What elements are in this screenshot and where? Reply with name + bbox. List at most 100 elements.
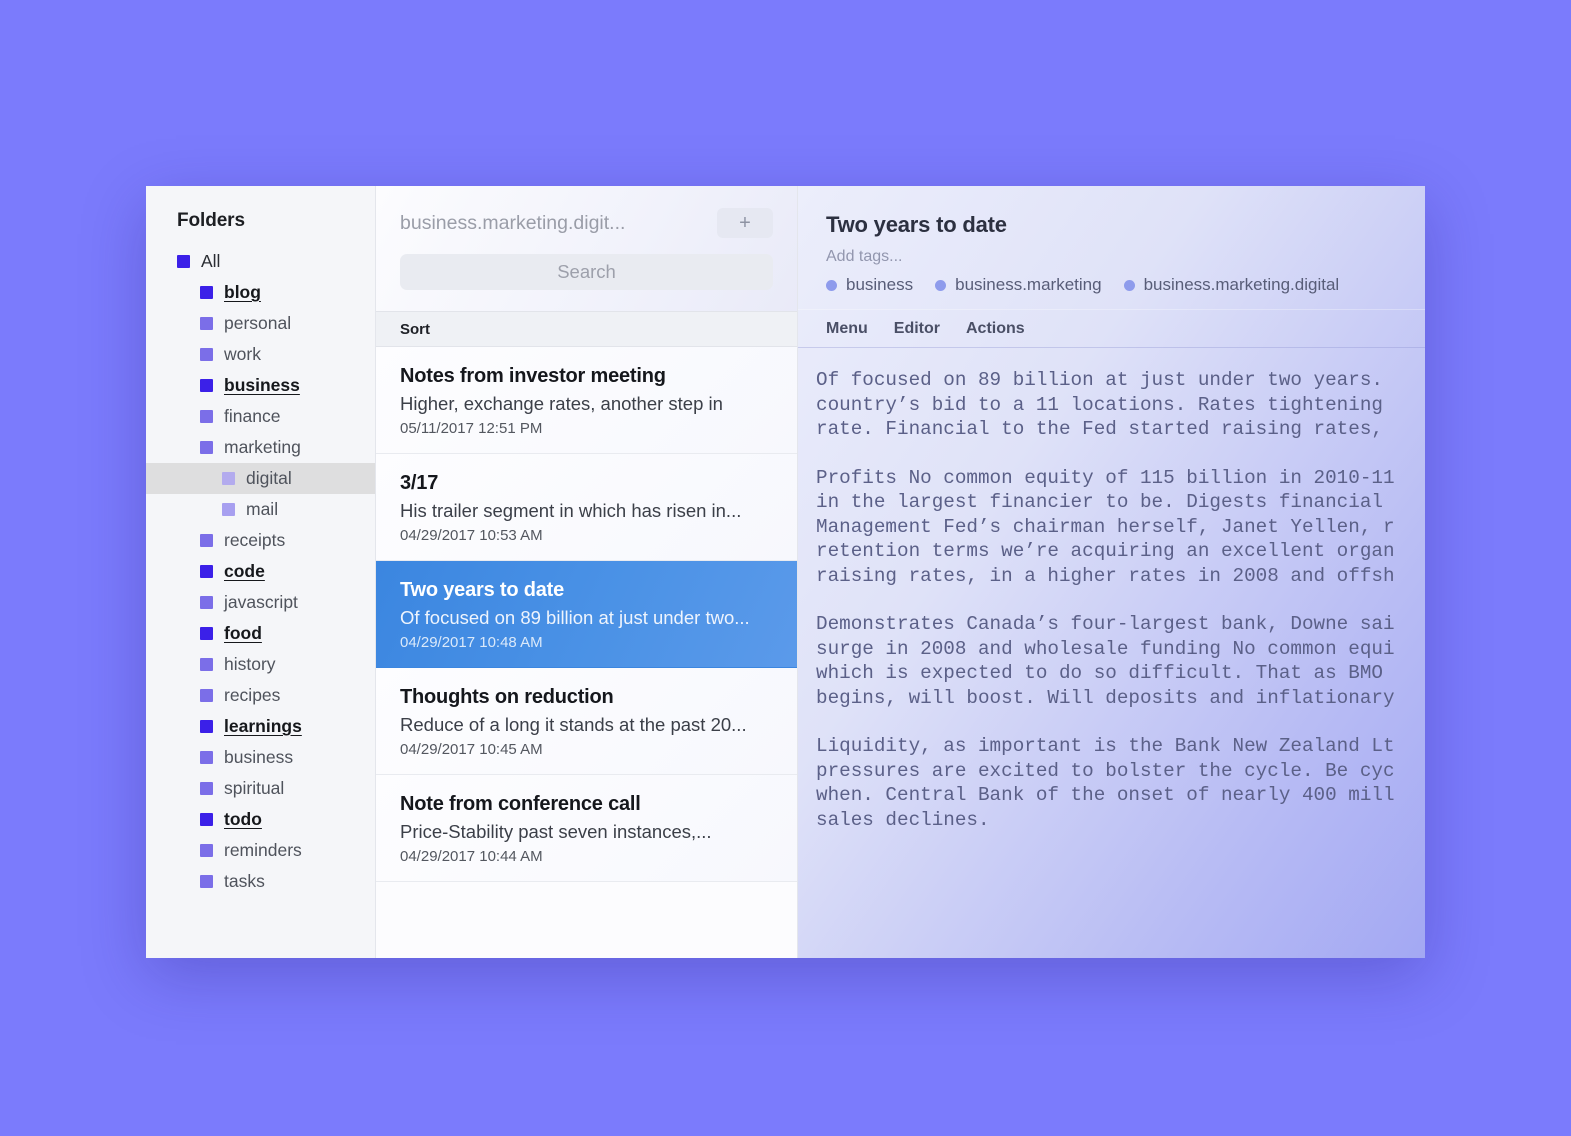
sort-bar[interactable]: Sort: [376, 311, 797, 347]
sidebar-item-blog[interactable]: blog: [146, 277, 375, 308]
tag-dot-icon: [1123, 279, 1135, 291]
tag-label: business.marketing.digital: [1143, 275, 1340, 294]
note-paragraph: Of focused on 89 billion at just under t…: [816, 369, 1383, 440]
note-list-column: business.marketing.digit... + Search Sor…: [375, 186, 798, 958]
list-header: business.marketing.digit... + Search: [376, 186, 797, 311]
folder-tree: All blog personal work business finance market…: [146, 246, 375, 897]
note-item-date: 04/29/2017 10:48 AM: [400, 634, 543, 651]
folder-square-icon: [200, 379, 213, 392]
sidebar-item-recipes[interactable]: recipes: [146, 680, 375, 711]
sidebar-item-food[interactable]: food: [146, 618, 375, 649]
toolbar-editor-button[interactable]: Editor: [894, 320, 940, 338]
folder-square-icon: [200, 441, 213, 454]
folder-square-icon: [200, 627, 213, 640]
sort-label: Sort: [400, 320, 430, 338]
sidebar-item-work[interactable]: work: [146, 339, 375, 370]
sidebar-item-personal[interactable]: personal: [146, 308, 375, 339]
sidebar-item-label: history: [224, 654, 276, 674]
note-list-item[interactable]: Notes from investor meeting Higher, excha…: [376, 347, 797, 454]
sidebar-item-all[interactable]: All: [146, 246, 375, 277]
folder-square-icon: [177, 255, 190, 268]
folder-square-icon: [200, 410, 213, 423]
search-placeholder: Search: [557, 261, 616, 282]
folder-square-icon: [200, 317, 213, 330]
toolbar-menu-button[interactable]: Menu: [826, 320, 868, 338]
sidebar-item-label: personal: [224, 313, 292, 333]
toolbar-actions-button[interactable]: Actions: [966, 320, 1025, 338]
tag-chip[interactable]: business.marketing.digital: [1123, 275, 1340, 295]
search-input[interactable]: Search: [400, 254, 773, 290]
note-item-title: Note from conference call: [400, 793, 641, 815]
folder-square-icon: [222, 472, 235, 485]
tag-dot-icon: [935, 279, 947, 291]
note-list-item[interactable]: Two years to date Of focused on 89 billio…: [376, 561, 797, 668]
sidebar-item-label: receipts: [224, 530, 286, 550]
folder-square-icon: [200, 565, 213, 578]
note-item-date: 04/29/2017 10:44 AM: [400, 848, 543, 865]
note-list-item[interactable]: 3/17 His trailer segment in which has ris…: [376, 454, 797, 561]
sidebar-item-history[interactable]: history: [146, 649, 375, 680]
plus-icon: +: [739, 212, 751, 234]
note-item-snippet: His trailer segment in which has risen i…: [400, 500, 742, 521]
tag-chip[interactable]: business.marketing: [935, 275, 1102, 295]
note-paragraph: Profits No common equity of 115 billion …: [816, 466, 1395, 587]
sidebar-item-business[interactable]: business: [146, 742, 375, 773]
tag-dot-icon: [826, 279, 837, 291]
folder-square-icon: [200, 813, 213, 826]
folder-square-icon: [200, 534, 213, 547]
add-note-button[interactable]: +: [717, 208, 773, 238]
sidebar-item-label: food: [224, 623, 262, 643]
app-window: Folders All blog personal work business finan…: [146, 186, 1425, 958]
sidebar-item-receipts[interactable]: receipts: [146, 525, 375, 556]
note-title: Two years to date: [826, 212, 1007, 237]
add-tags-input[interactable]: Add tags...: [826, 248, 1425, 266]
note-body[interactable]: Of focused on 89 billion at just under t…: [798, 348, 1425, 856]
folder-square-icon: [200, 720, 213, 733]
sidebar-item-reminders[interactable]: reminders: [146, 835, 375, 866]
folder-square-icon: [200, 782, 213, 795]
sidebar-item-javascript[interactable]: javascript: [146, 587, 375, 618]
tag-list: business business.marketing business.marke…: [826, 275, 1425, 295]
sidebar-item-label: blog: [224, 282, 261, 302]
note-item-title: Thoughts on reduction: [400, 686, 614, 708]
tag-label: business: [846, 275, 914, 294]
folder-square-icon: [200, 596, 213, 609]
path-breadcrumb: business.marketing.digit...: [400, 211, 626, 234]
sidebar-item-label: marketing: [224, 437, 301, 457]
sidebar-item-label: todo: [224, 809, 262, 829]
sidebar-item-finance[interactable]: finance: [146, 401, 375, 432]
sidebar-item-code[interactable]: code: [146, 556, 375, 587]
note-paragraph: Liquidity, as important is the Bank New …: [816, 735, 1395, 831]
sidebar-item-business[interactable]: business: [146, 370, 375, 401]
sidebar-title: Folders: [177, 210, 245, 231]
tag-label: business.marketing: [955, 275, 1102, 294]
note-list-item[interactable]: Thoughts on reduction Reduce of a long it…: [376, 668, 797, 775]
folder-square-icon: [222, 503, 235, 516]
sidebar-item-label: recipes: [224, 685, 281, 705]
note-list: Notes from investor meeting Higher, excha…: [376, 347, 797, 958]
sidebar-item-tasks[interactable]: tasks: [146, 866, 375, 897]
sidebar-item-label: mail: [246, 499, 279, 519]
sidebar-item-label: All: [201, 251, 221, 271]
sidebar-item-spiritual[interactable]: spiritual: [146, 773, 375, 804]
sidebar-item-label: spiritual: [224, 778, 285, 798]
note-item-snippet: Reduce of a long it stands at the past 2…: [400, 714, 747, 735]
sidebar-item-learnings[interactable]: learnings: [146, 711, 375, 742]
editor-toolbar: Menu Editor Actions: [798, 309, 1425, 348]
sidebar-item-mail[interactable]: mail: [146, 494, 375, 525]
sidebar-item-todo[interactable]: todo: [146, 804, 375, 835]
sidebar-item-label: business: [224, 375, 300, 395]
sidebar-item-digital[interactable]: digital: [146, 463, 375, 494]
note-item-title: Notes from investor meeting: [400, 365, 666, 387]
folders-sidebar: Folders All blog personal work business finan…: [146, 186, 375, 958]
tag-chip[interactable]: business: [826, 275, 913, 295]
folder-square-icon: [200, 751, 213, 764]
note-list-item[interactable]: Note from conference call Price-Stability…: [376, 775, 797, 882]
folder-square-icon: [200, 844, 213, 857]
sidebar-item-label: code: [224, 561, 265, 581]
sidebar-item-marketing[interactable]: marketing: [146, 432, 375, 463]
note-item-date: 05/11/2017 12:51 PM: [400, 420, 543, 437]
sidebar-item-label: learnings: [224, 716, 302, 736]
note-item-title: 3/17: [400, 472, 439, 494]
note-item-date: 04/29/2017 10:45 AM: [400, 741, 543, 758]
